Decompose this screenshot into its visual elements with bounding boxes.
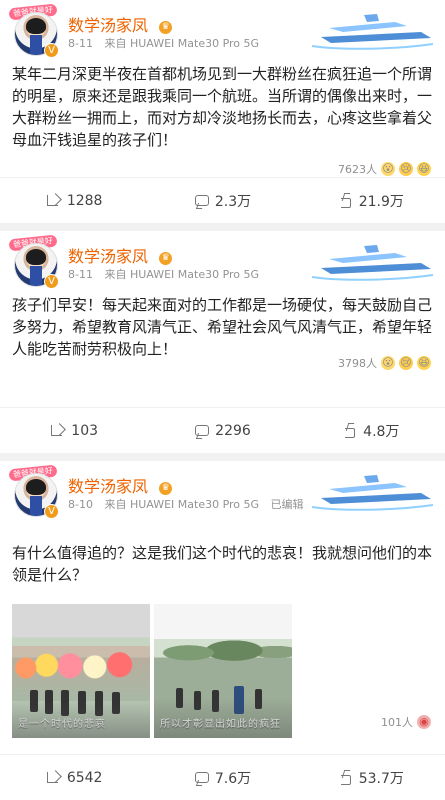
crowd-figure <box>255 689 262 709</box>
comment-count: 7.6万 <box>214 770 252 787</box>
ship-decoration-icon <box>311 475 434 511</box>
post-image[interactable]: 所以才彰显出如此的疯狂 <box>154 604 292 738</box>
reaction-count: 101人 <box>381 716 413 729</box>
post-content: 有什么值得追的？这是我们这个时代的悲哀！我就想问他们的本领是什么？ <box>12 544 433 584</box>
post-media-grid: 是一个时代的悲哀 所以才彰显出如此的疯狂 <box>12 604 292 738</box>
like-icon <box>338 770 353 785</box>
verified-icon: V <box>44 504 59 519</box>
post-meta: 8-11 来自 HUAWEI Mate30 Pro 5G <box>68 266 259 282</box>
crown-icon: ♛ <box>159 482 173 495</box>
reaction-summary[interactable]: 7623人 😮 😢 😆 <box>338 161 431 177</box>
repost-count: 103 <box>71 422 99 439</box>
post-actions: 1288 2.3万 21.9万 <box>0 177 445 223</box>
crowd-figure <box>45 690 53 714</box>
crowd-figure <box>212 690 219 712</box>
repost-count: 6542 <box>66 769 103 786</box>
crowd-figure <box>194 691 201 710</box>
crowd-figure <box>78 691 86 714</box>
crowd-figure <box>61 690 69 716</box>
ship-decoration-icon <box>311 14 434 50</box>
verified-icon: V <box>44 274 59 289</box>
repost-count: 1288 <box>66 192 103 209</box>
repost-button[interactable]: 103 <box>29 423 119 439</box>
username[interactable]: 数学汤家凤 ♛ <box>68 12 173 36</box>
post-card[interactable]: 爸爸就是好 V 数学汤家凤 ♛ 8-10 来自 HUAWEI Mate30 Pr… <box>0 461 445 800</box>
crowd-figure <box>176 688 183 708</box>
comment-button[interactable]: 2.3万 <box>177 191 267 211</box>
edited-label: 已编辑 <box>270 498 304 511</box>
post-source: 来自 HUAWEI Mate30 Pro 5G <box>104 37 260 50</box>
comment-count: 2296 <box>215 422 251 439</box>
post-card[interactable]: 爸爸就是好 V 数学汤家凤 ♛ 8-11 来自 HUAWEI Mate30 Pr… <box>0 231 445 453</box>
post-header: 爸爸就是好 V 数学汤家凤 ♛ 8-10 来自 HUAWEI Mate30 Pr… <box>0 461 445 519</box>
reaction-count: 7623人 <box>338 163 377 176</box>
reaction-summary[interactable]: 101人 ◉ <box>381 714 431 730</box>
post-date: 8-11 <box>68 268 93 281</box>
username-text: 数学汤家凤 <box>68 247 149 266</box>
username-text: 数学汤家凤 <box>68 16 149 35</box>
like-button[interactable]: 53.7万 <box>326 768 416 788</box>
post-source: 来自 HUAWEI Mate30 Pro 5G <box>104 498 260 511</box>
crowd-figure <box>95 691 103 716</box>
post-card[interactable]: 爸爸就是好 V 数学汤家凤 ♛ 8-11 来自 HUAWEI Mate30 Pr… <box>0 0 445 223</box>
like-icon <box>338 193 353 208</box>
avatar[interactable]: 爸爸就是好 V <box>8 464 60 521</box>
like-button[interactable]: 21.9万 <box>326 191 416 211</box>
reaction-emoji-icon: ◉ <box>417 715 431 729</box>
crown-icon: ♛ <box>159 252 173 265</box>
verified-icon: V <box>44 43 59 58</box>
like-button[interactable]: 4.8万 <box>326 421 416 441</box>
post-date: 8-10 <box>68 498 93 511</box>
crowd-figure <box>112 692 120 714</box>
shock-emoji-icon: 😮 <box>381 162 395 176</box>
ship-decoration-icon <box>311 245 434 281</box>
post-meta: 8-11 来自 HUAWEI Mate30 Pro 5G <box>68 35 259 51</box>
like-count: 21.9万 <box>358 193 404 210</box>
laugh-emoji-icon: 😆 <box>417 356 431 370</box>
post-source: 来自 HUAWEI Mate30 Pro 5G <box>104 268 260 281</box>
username[interactable]: 数学汤家凤 ♛ <box>68 473 173 497</box>
crowd-figure <box>234 686 244 714</box>
post-actions: 6542 7.6万 53.7万 <box>0 754 445 800</box>
like-icon <box>342 423 357 438</box>
comment-button[interactable]: 7.6万 <box>177 768 267 788</box>
repost-icon <box>46 193 61 208</box>
repost-icon <box>50 423 65 438</box>
post-content: 某年二月深更半夜在首都机场见到一大群粉丝在疯狂追一个所谓的明星，原来还是跟我乘同… <box>12 65 433 149</box>
like-count: 4.8万 <box>363 423 400 440</box>
sad-emoji-icon: 😢 <box>399 356 413 370</box>
crowd-figure <box>30 690 38 712</box>
reaction-summary[interactable]: 3798人 😮 😢 😆 <box>338 355 431 371</box>
image-caption: 所以才彰显出如此的疯狂 <box>160 719 281 730</box>
weibo-feed: 爸爸就是好 V 数学汤家凤 ♛ 8-11 来自 HUAWEI Mate30 Pr… <box>0 0 445 800</box>
post-actions: 103 2296 4.8万 <box>0 407 445 453</box>
username[interactable]: 数学汤家凤 ♛ <box>68 243 173 267</box>
shock-emoji-icon: 😮 <box>381 356 395 370</box>
laugh-emoji-icon: 😆 <box>417 162 431 176</box>
post-content: 孩子们早安！每天起来面对的工作都是一场硬仗，每天鼓励自己多努力，希望教育风清气正… <box>12 296 433 358</box>
crown-icon: ♛ <box>159 21 173 34</box>
image-caption: 是一个时代的悲哀 <box>18 719 106 730</box>
post-date: 8-11 <box>68 37 93 50</box>
comment-icon <box>194 193 209 208</box>
reaction-count: 3798人 <box>338 357 377 370</box>
comment-icon <box>194 423 210 438</box>
comment-button[interactable]: 2296 <box>177 423 267 439</box>
username-text: 数学汤家凤 <box>68 477 149 496</box>
post-image[interactable]: 是一个时代的悲哀 <box>12 604 150 738</box>
comment-icon <box>194 770 209 785</box>
sad-emoji-icon: 😢 <box>399 162 413 176</box>
like-count: 53.7万 <box>358 770 404 787</box>
repost-button[interactable]: 6542 <box>29 770 119 786</box>
post-meta: 8-10 来自 HUAWEI Mate30 Pro 5G 已编辑 <box>68 496 304 512</box>
avatar[interactable]: 爸爸就是好 V <box>8 234 60 291</box>
post-header: 爸爸就是好 V 数学汤家凤 ♛ 8-11 来自 HUAWEI Mate30 Pr… <box>0 231 445 289</box>
post-header: 爸爸就是好 V 数学汤家凤 ♛ 8-11 来自 HUAWEI Mate30 Pr… <box>0 0 445 58</box>
avatar[interactable]: 爸爸就是好 V <box>8 3 60 60</box>
comment-count: 2.3万 <box>214 193 252 210</box>
repost-icon <box>46 770 61 785</box>
repost-button[interactable]: 1288 <box>29 193 119 209</box>
